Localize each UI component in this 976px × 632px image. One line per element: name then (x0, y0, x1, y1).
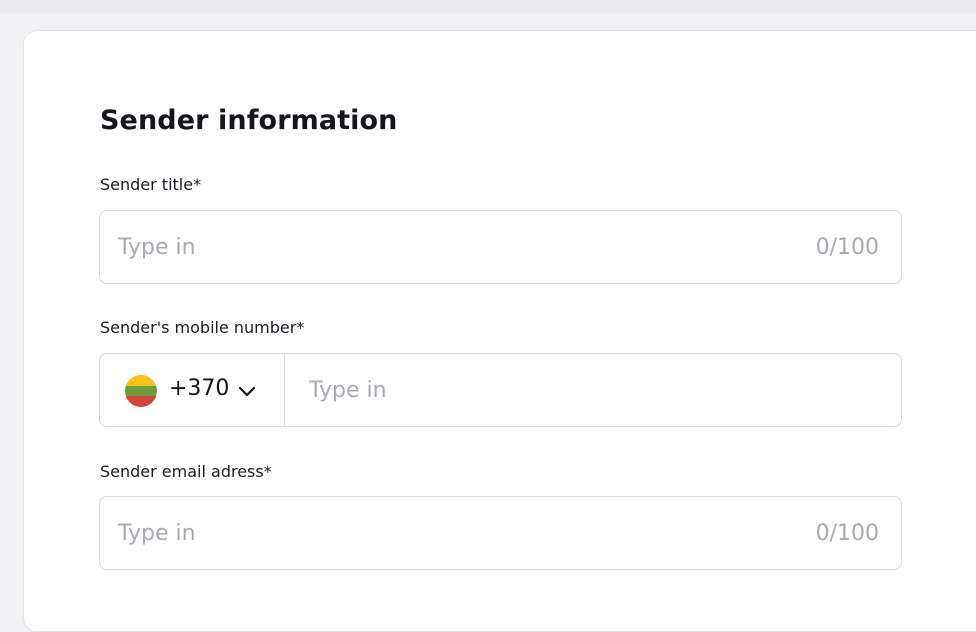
sender-mobile-input[interactable] (309, 354, 869, 426)
sender-title-char-counter: 0/100 (815, 235, 879, 260)
window-top-band (0, 0, 976, 14)
sender-email-char-counter: 0/100 (815, 521, 879, 546)
sender-title-input[interactable] (118, 211, 768, 283)
sender-email-input[interactable] (118, 497, 768, 569)
lithuania-flag-icon (125, 375, 157, 407)
sender-email-label: Sender email adress* (100, 462, 272, 481)
country-code-dropdown[interactable]: +370 (100, 354, 285, 426)
sender-title-field: 0/100 (99, 210, 902, 284)
sender-email-field: 0/100 (99, 496, 902, 570)
sender-mobile-field: +370 (99, 353, 902, 427)
sender-mobile-label: Sender's mobile number* (100, 318, 305, 337)
section-title: Sender information (100, 105, 398, 136)
chevron-down-icon (238, 386, 256, 397)
dial-code: +370 (169, 376, 230, 401)
sender-title-label: Sender title* (100, 175, 202, 194)
sender-information-card: Sender information Sender title* 0/100 S… (23, 30, 976, 632)
